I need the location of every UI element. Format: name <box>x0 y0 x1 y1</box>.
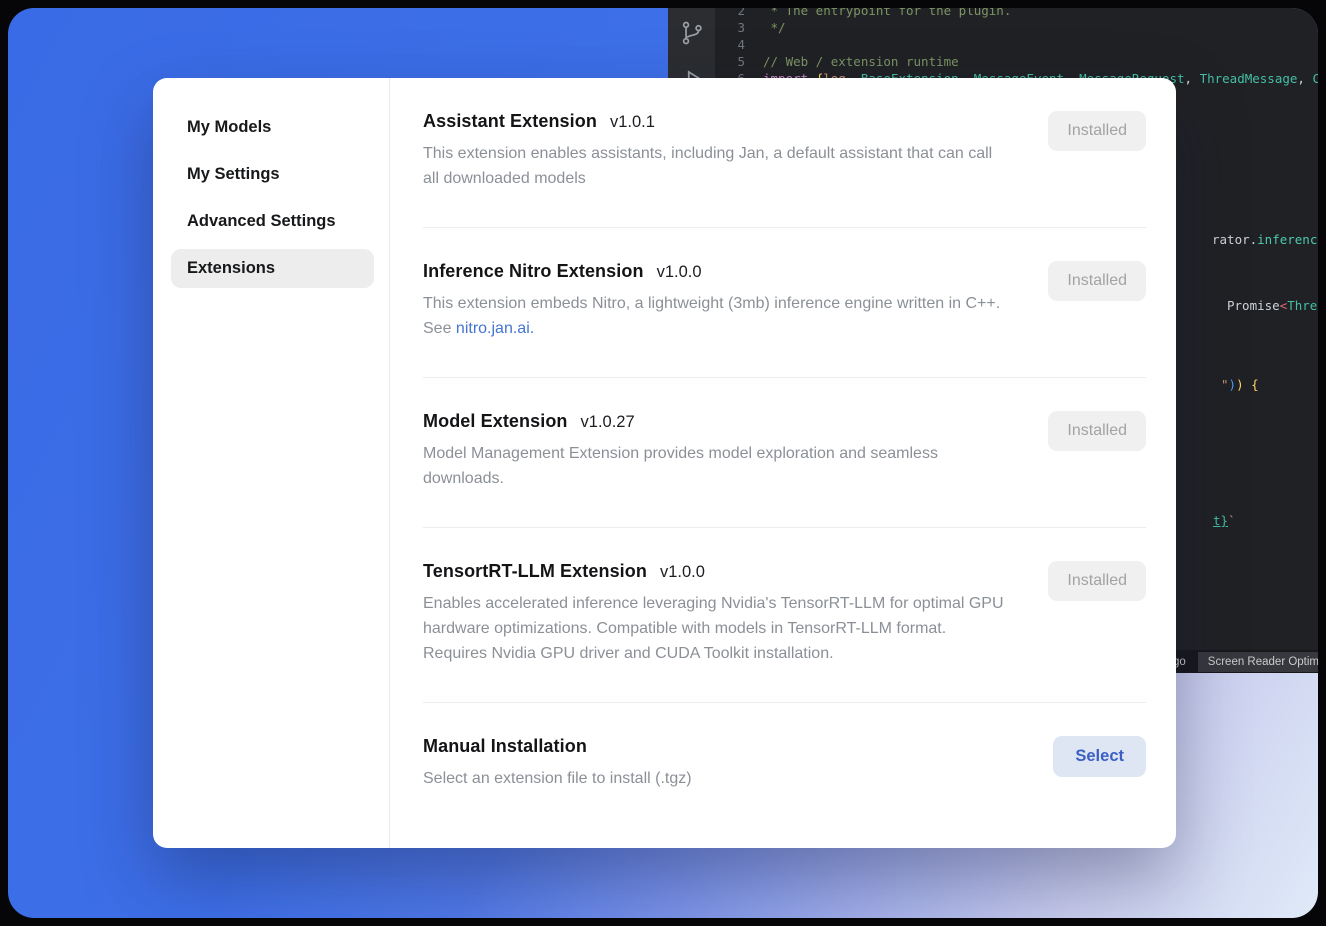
extension-action: Select <box>1053 736 1146 777</box>
code-fragment: t}` <box>1213 512 1236 529</box>
extension-action: Installed <box>1048 561 1146 601</box>
code-token: * The entrypoint for the plugin. <box>763 8 1011 18</box>
settings-sidebar: My Models My Settings Advanced Settings … <box>153 78 390 848</box>
code-text: // Web / extension runtime <box>763 53 959 70</box>
sidebar-item-my-settings[interactable]: My Settings <box>171 155 374 194</box>
code-token: { <box>1244 377 1259 392</box>
extension-name: Manual Installation <box>423 736 587 757</box>
code-line: 4 <box>715 36 1318 53</box>
extension-title-row: Manual Installation <box>423 736 692 757</box>
code-area: 2 * The entrypoint for the plugin.3 */45… <box>715 8 1318 87</box>
code-token: , <box>1297 71 1312 86</box>
source-control-icon[interactable] <box>679 20 705 46</box>
extension-info: Assistant Extension v1.0.1 This extensio… <box>423 111 1008 191</box>
background-scene: 2 * The entrypoint for the plugin.3 */45… <box>8 8 1318 918</box>
sidebar-item-advanced-settings[interactable]: Advanced Settings <box>171 202 374 241</box>
settings-modal: My Models My Settings Advanced Settings … <box>153 78 1176 848</box>
code-line: 5 // Web / extension runtime <box>715 53 1318 70</box>
extension-description: Select an extension file to install (.tg… <box>423 766 692 791</box>
line-number: 3 <box>715 19 745 36</box>
code-fragment: ")) { <box>1221 376 1259 393</box>
code-text: * The entrypoint for the plugin. <box>763 8 1011 19</box>
code-fragment: Promise<ThreadMessage> <box>1227 297 1318 314</box>
code-token: ThreadMessage <box>1287 298 1318 313</box>
sidebar-item-my-models[interactable]: My Models <box>171 108 374 147</box>
extension-row-model: Model Extension v1.0.27 Model Management… <box>423 378 1146 528</box>
code-token: , <box>1185 71 1200 86</box>
extension-version: v1.0.1 <box>610 113 655 132</box>
extension-version: v1.0.0 <box>657 263 702 282</box>
line-number: 4 <box>715 36 745 53</box>
code-token: ThreadMessage <box>1200 71 1298 86</box>
extension-title-row: TensortRT-LLM Extension v1.0.0 <box>423 561 1008 582</box>
extension-action: Installed <box>1048 111 1146 151</box>
extension-name: Model Extension <box>423 411 568 432</box>
extension-action: Installed <box>1048 261 1146 301</box>
extension-row-tensorrt-llm: TensortRT-LLM Extension v1.0.0 Enables a… <box>423 528 1146 703</box>
code-token: */ <box>763 20 786 35</box>
nitro-jan-ai-link[interactable]: nitro.jan.ai. <box>456 320 534 337</box>
code-token: inference <box>1257 232 1318 247</box>
extension-name: Assistant Extension <box>423 111 597 132</box>
extension-info: Model Extension v1.0.27 Model Management… <box>423 411 978 491</box>
code-token: rator. <box>1212 232 1257 247</box>
extension-description: This extension embeds Nitro, a lightweig… <box>423 291 1008 341</box>
extension-title-row: Model Extension v1.0.27 <box>423 411 978 432</box>
extension-info: TensortRT-LLM Extension v1.0.0 Enables a… <box>423 561 1008 666</box>
code-token: " <box>1221 377 1229 392</box>
extension-title-row: Assistant Extension v1.0.1 <box>423 111 1008 132</box>
code-token: ContentType <box>1312 71 1318 86</box>
installed-button[interactable]: Installed <box>1048 411 1146 451</box>
extension-title-row: Inference Nitro Extension v1.0.0 <box>423 261 1008 282</box>
extension-version: v1.0.0 <box>660 563 705 582</box>
select-button[interactable]: Select <box>1053 736 1146 777</box>
extensions-list: Assistant Extension v1.0.1 This extensio… <box>390 78 1176 848</box>
extension-description: This extension enables assistants, inclu… <box>423 141 1008 191</box>
line-number: 2 <box>715 8 745 19</box>
installed-button[interactable]: Installed <box>1048 111 1146 151</box>
extension-version: v1.0.27 <box>581 413 635 432</box>
code-fragment: rator.inference(data)); <box>1212 231 1318 248</box>
installed-button[interactable]: Installed <box>1048 261 1146 301</box>
extension-name: Inference Nitro Extension <box>423 261 644 282</box>
line-number: 5 <box>715 53 745 70</box>
extension-description: Model Management Extension provides mode… <box>423 441 978 491</box>
code-token: ) <box>1236 377 1244 392</box>
extension-description: Enables accelerated inference leveraging… <box>423 591 1008 666</box>
sidebar-item-extensions[interactable]: Extensions <box>171 249 374 288</box>
extension-row-inference-nitro: Inference Nitro Extension v1.0.0 This ex… <box>423 228 1146 378</box>
code-line: 2 * The entrypoint for the plugin. <box>715 8 1318 19</box>
code-token: ` <box>1228 513 1236 528</box>
extension-name: TensortRT-LLM Extension <box>423 561 647 582</box>
code-text: */ <box>763 19 786 36</box>
code-line: 3 */ <box>715 19 1318 36</box>
code-token: t} <box>1213 513 1228 528</box>
extension-info: Manual Installation Select an extension … <box>423 736 692 791</box>
code-token: // Web / extension runtime <box>763 54 959 69</box>
code-lines: 2 * The entrypoint for the plugin.3 */45… <box>715 8 1318 87</box>
code-token: ) <box>1229 377 1237 392</box>
extension-row-assistant: Assistant Extension v1.0.1 This extensio… <box>423 78 1146 228</box>
extension-info: Inference Nitro Extension v1.0.0 This ex… <box>423 261 1008 341</box>
screen-reader-status-item[interactable]: Screen Reader Optimized <box>1198 652 1318 672</box>
extension-row-manual-installation: Manual Installation Select an extension … <box>423 703 1146 827</box>
extension-action: Installed <box>1048 411 1146 451</box>
installed-button[interactable]: Installed <box>1048 561 1146 601</box>
code-token: Promise <box>1227 298 1280 313</box>
